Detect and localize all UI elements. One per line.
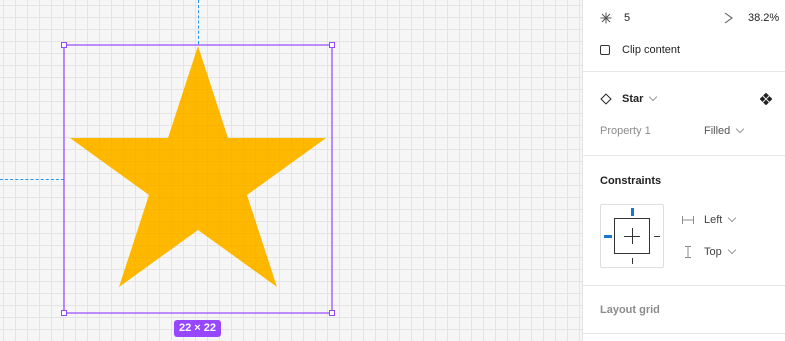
- chevron-down-icon: [727, 245, 736, 255]
- star-properties-section: 5 38.2% Clip content: [583, 0, 785, 72]
- star-points-field[interactable]: 5: [600, 11, 630, 25]
- chevron-down-icon: [736, 124, 745, 134]
- clip-content-label: Clip content: [622, 44, 681, 56]
- constraint-widget[interactable]: [600, 204, 664, 268]
- ratio-icon: [724, 12, 733, 24]
- sparkle-icon: [600, 12, 612, 24]
- property-value: Filled: [704, 125, 731, 137]
- vertical-constraint-dropdown[interactable]: Top: [684, 245, 736, 259]
- property-1-label: Property 1: [600, 125, 651, 137]
- component-section: Star Property 1 Filled: [583, 72, 785, 156]
- layout-grid-section[interactable]: Layout grid: [583, 286, 785, 334]
- star-shape-svg: [63, 44, 333, 314]
- component-name-row[interactable]: Star: [600, 92, 658, 106]
- component-instance-icon: [600, 93, 612, 105]
- constraint-center-horizontal[interactable]: [624, 236, 640, 237]
- clip-content-row[interactable]: Clip content: [600, 43, 680, 57]
- layout-grid-title: Layout grid: [600, 304, 660, 316]
- vertical-constraint-value: Top: [704, 246, 722, 258]
- horizontal-constraint-icon: [682, 216, 694, 224]
- chevron-down-icon: [728, 213, 737, 223]
- clip-content-checkbox[interactable]: [600, 45, 610, 55]
- resize-handle-top-left[interactable]: [61, 42, 67, 48]
- constraint-bottom[interactable]: [632, 258, 633, 264]
- components-icon[interactable]: [760, 93, 772, 105]
- resize-handle-bottom-right[interactable]: [329, 310, 335, 316]
- component-name: Star: [622, 93, 644, 105]
- constraints-title: Constraints: [600, 175, 662, 187]
- star-ratio-value: 38.2%: [748, 12, 780, 24]
- property-value-dropdown[interactable]: Filled: [704, 124, 745, 138]
- star-shape[interactable]: [70, 46, 326, 287]
- constraint-left-active[interactable]: [604, 235, 612, 238]
- vertical-constraint-icon: [685, 246, 691, 258]
- horizontal-constraint-dropdown[interactable]: Left: [682, 213, 737, 227]
- horizontal-constraint-value: Left: [704, 214, 723, 226]
- size-badge: 22 × 22: [174, 320, 222, 337]
- constraint-top-active[interactable]: [631, 208, 634, 216]
- properties-panel: 5 38.2% Clip content Star Property 1 Fil…: [582, 0, 785, 341]
- resize-handle-bottom-left[interactable]: [61, 310, 67, 316]
- constraint-inner-box: [614, 218, 650, 254]
- property-label: Property 1: [600, 124, 651, 138]
- design-canvas[interactable]: 22 × 22: [0, 0, 582, 341]
- star-points-value: 5: [624, 12, 631, 24]
- star-ratio-field[interactable]: 38.2%: [724, 11, 779, 25]
- resize-handle-top-right[interactable]: [329, 42, 335, 48]
- chevron-down-icon: [649, 92, 658, 102]
- constraint-right[interactable]: [654, 236, 660, 237]
